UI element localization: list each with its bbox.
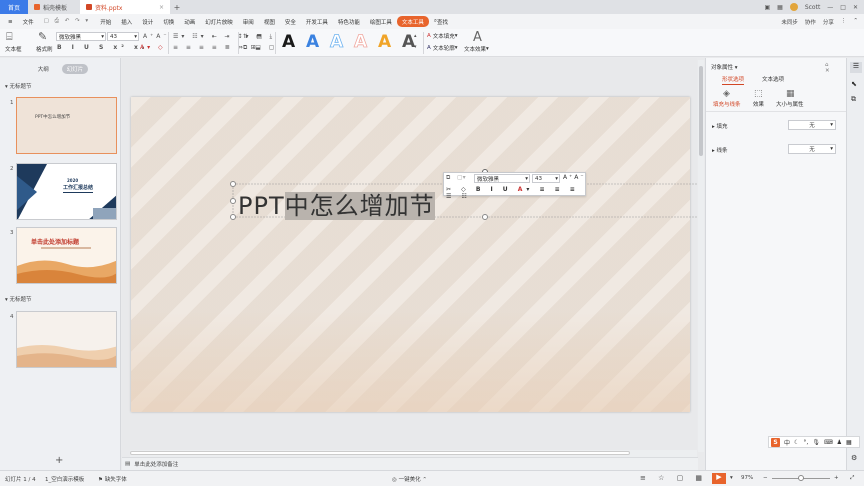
- slideshow-menu-icon[interactable]: ▾: [730, 475, 733, 481]
- ime-language[interactable]: 中: [784, 438, 790, 447]
- line-section[interactable]: ▸ 线条: [712, 146, 728, 154]
- sogou-icon: S: [771, 437, 780, 447]
- mini-size-select[interactable]: 43 ▾: [532, 174, 560, 183]
- input-method-bar[interactable]: S 中 ☾ °, 🎙 ⌨ ♟ ▦: [768, 436, 860, 448]
- slide-title-text[interactable]: PPT中怎么增加节: [238, 186, 435, 221]
- fill-select[interactable]: 无 ▾: [788, 120, 836, 130]
- wps-presentation-window: 首页 稻壳模板 资料.pptx × + ▣ ▦ Scott — □ ✕ ≡ 文件 …: [0, 0, 864, 486]
- title-text-selected: 中怎么增加节: [284, 192, 435, 220]
- panel-title: 对象属性 ▾: [711, 63, 738, 71]
- resize-handle[interactable]: [230, 198, 236, 204]
- chevron-down-icon: ▾: [555, 175, 558, 182]
- fill-line-subtab[interactable]: 填充与线条: [713, 100, 741, 108]
- select-icon[interactable]: ⬉: [851, 80, 857, 88]
- arrange-icon[interactable]: ⧉: [851, 95, 856, 104]
- zoom-slider-thumb[interactable]: [798, 475, 804, 481]
- properties-icon[interactable]: ☰: [850, 62, 862, 73]
- font-warning-icon: ⚑: [98, 477, 105, 483]
- notes-icon: ▤: [125, 461, 131, 467]
- fill-label: 填充: [716, 124, 728, 130]
- zoom-level[interactable]: 97%: [741, 475, 753, 481]
- fill-select-value: 无: [809, 123, 815, 129]
- mini-font-select[interactable]: 微软雅黑 ▾: [474, 174, 530, 183]
- zoom-in-icon[interactable]: +: [834, 475, 839, 481]
- mic-icon[interactable]: 🎙: [812, 439, 820, 446]
- resize-handle[interactable]: [230, 181, 236, 187]
- theme-name[interactable]: 1_空白演示模板: [45, 475, 84, 483]
- shape-fill-icon[interactable]: ▢▾: [457, 174, 466, 181]
- status-bar: 幻灯片 1 / 4 1_空白演示模板 ⚑ 缺失字体 ◎ 一键美化 ⌃ ≡ ☆ ▢…: [0, 470, 864, 486]
- chevron-down-icon: ▾: [830, 122, 833, 128]
- shape-options-tab[interactable]: 形状选项: [722, 75, 745, 85]
- beautify-button[interactable]: ◎ 一键美化 ⌃: [392, 475, 427, 483]
- beautify-label: 一键美化: [398, 477, 421, 483]
- scrollbar-thumb[interactable]: [130, 451, 630, 455]
- right-side-toolbar: ☰ ⬉ ⧉ ⚙: [846, 58, 864, 470]
- settings-icon[interactable]: ⚙: [851, 454, 857, 462]
- fit-window-icon[interactable]: ⤢: [850, 475, 854, 482]
- notes-bar[interactable]: ▤ 单击此处添加备注: [122, 457, 698, 470]
- line-select[interactable]: 无 ▾: [788, 144, 836, 154]
- punctuation-icon[interactable]: °,: [803, 439, 808, 446]
- mini-font-value: 微软雅黑: [477, 176, 500, 183]
- effects-subtab[interactable]: 效果: [753, 100, 764, 108]
- missing-font[interactable]: ⚑ 缺失字体: [98, 475, 127, 483]
- apps-icon[interactable]: ▦: [846, 439, 852, 446]
- moon-icon[interactable]: ☾: [794, 439, 799, 446]
- line-select-value: 无: [809, 147, 815, 153]
- resize-handle[interactable]: [230, 214, 236, 220]
- panel-title-text: 对象属性: [711, 65, 734, 71]
- vertical-scrollbar[interactable]: [698, 60, 704, 452]
- chevron-up-icon: ⌃: [420, 477, 427, 483]
- mini-format-buttons[interactable]: ✂ ◇ B I U A▾ ≡ ≡ ≡ ☰ ☷: [446, 186, 585, 200]
- size-icon[interactable]: ▦: [786, 89, 795, 99]
- panel-controls[interactable]: ⌂ ✕: [825, 62, 846, 74]
- text-options-tab[interactable]: 文本选项: [762, 75, 784, 83]
- mini-size-value: 43: [535, 175, 542, 182]
- line-label: 线条: [716, 148, 728, 154]
- keyboard-icon[interactable]: ⌨: [824, 439, 833, 446]
- size-props-subtab[interactable]: 大小与属性: [776, 100, 804, 108]
- fill-line-icon[interactable]: ◈: [723, 89, 730, 99]
- style-icon[interactable]: ⧉: [446, 174, 450, 182]
- skin-icon[interactable]: ♟: [837, 439, 842, 446]
- resize-handle[interactable]: [482, 214, 488, 220]
- chevron-down-icon: ▾: [733, 65, 738, 71]
- missing-font-label: 缺失字体: [104, 477, 127, 483]
- chevron-down-icon: ▾: [830, 146, 833, 152]
- fill-section[interactable]: ▸ 填充: [712, 122, 728, 130]
- zoom-out-icon[interactable]: −: [763, 475, 768, 481]
- chevron-down-icon: ▾: [525, 175, 528, 182]
- slide-index: 幻灯片 1 / 4: [5, 477, 36, 483]
- effects-icon[interactable]: ⬚: [754, 89, 763, 99]
- horizontal-scrollbar[interactable]: [130, 450, 697, 457]
- notes-placeholder: 单击此处添加备注: [134, 462, 179, 468]
- floating-format-toolbar: ⧉ ▢▾ 微软雅黑 ▾ 43 ▾ A⁺A⁻ ✂ ◇ B I U A▾ ≡ ≡ ≡ ☰…: [443, 172, 586, 200]
- play-slideshow-button[interactable]: ▶: [712, 473, 726, 484]
- mini-font-grow-shrink[interactable]: A⁺A⁻: [563, 174, 586, 181]
- scrollbar-thumb[interactable]: [699, 66, 703, 156]
- title-text-plain: PPT: [238, 192, 285, 220]
- divider: [706, 111, 847, 112]
